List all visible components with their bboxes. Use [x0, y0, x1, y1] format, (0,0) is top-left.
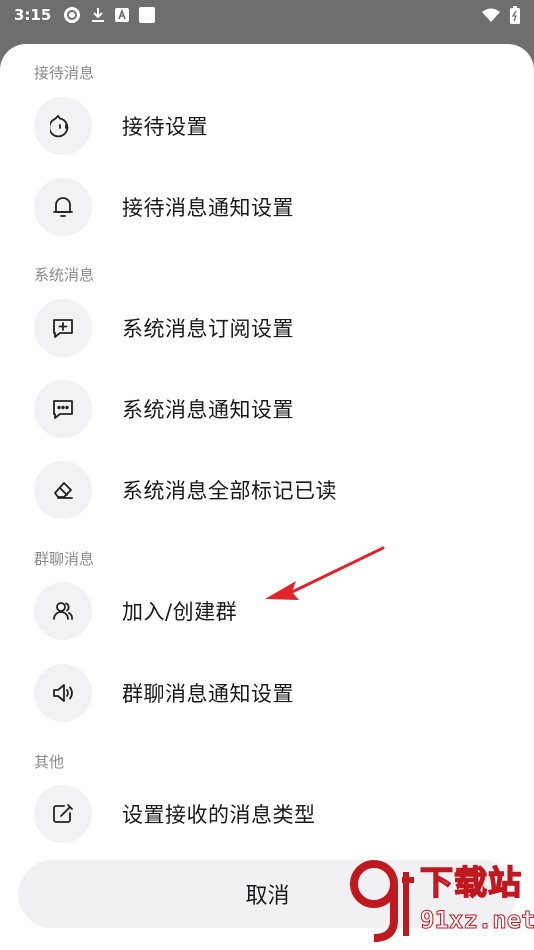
watermark-small-text: 91xz.net	[420, 906, 534, 935]
watermark-logo-icon	[350, 860, 414, 942]
site-watermark: 下载站 91xz.net	[350, 856, 534, 946]
annotation-arrow	[265, 546, 385, 600]
watermark-big-text: 下载站	[419, 862, 522, 903]
